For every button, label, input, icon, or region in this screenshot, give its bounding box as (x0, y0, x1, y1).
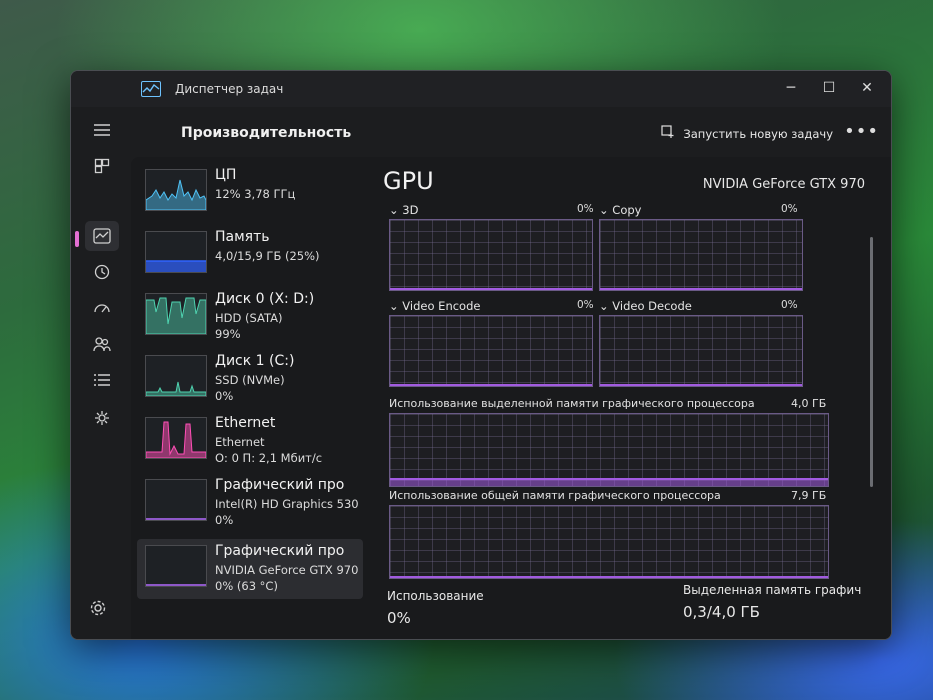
engine-graph-video-encode (389, 315, 593, 387)
disk-1-thumbnail-graph (145, 355, 207, 397)
device-detail: Intel(R) HD Graphics 530 (215, 497, 359, 511)
shared-memory-graph (389, 505, 829, 579)
device-item-cpu[interactable]: ЦП 12% 3,78 ГГц (137, 163, 363, 223)
device-name: Диск 0 (X: D:) (215, 291, 315, 307)
page-header: Производительность Запустить новую задач… (131, 117, 891, 157)
title-bar: Диспетчер задач ─ ☐ ✕ (71, 71, 891, 107)
gpu-0-thumbnail-graph (145, 479, 207, 521)
engine-label: Video Encode (402, 299, 481, 313)
device-value: 0% (215, 513, 234, 527)
nav-rail (71, 107, 131, 639)
details-icon[interactable] (85, 365, 119, 395)
shared-memory-value: 7,9 ГБ (791, 489, 827, 502)
device-value: 99% (215, 327, 241, 341)
device-name: Ethernet (215, 415, 276, 431)
engine-selector-video-encode[interactable]: ⌄ Video Encode (389, 299, 480, 313)
graph-baseline (390, 288, 592, 290)
hamburger-icon[interactable] (85, 115, 119, 145)
processes-icon[interactable] (85, 151, 119, 181)
device-detail: 4,0/15,9 ГБ (25%) (215, 249, 320, 263)
new-task-icon (661, 125, 675, 142)
scrollbar[interactable] (870, 237, 873, 487)
task-manager-window: Диспетчер задач ─ ☐ ✕ Производительность… (70, 70, 892, 640)
page-title: Производительность (181, 125, 352, 141)
dedicated-memory-fill (390, 478, 828, 486)
device-list: ЦП 12% 3,78 ГГц Память 4,0/15,9 ГБ (25%)… (131, 157, 367, 639)
dedicated-memory-summary-label: Выделенная память графич (683, 583, 862, 597)
engine-selector-video-decode[interactable]: ⌄ Video Decode (599, 299, 692, 313)
device-value: 0% (215, 389, 234, 403)
device-item-ethernet[interactable]: Ethernet Ethernet О: 0 П: 2,1 Мбит/с (137, 411, 363, 471)
engine-percent: 0% (577, 203, 594, 215)
device-detail: 12% 3,78 ГГц (215, 187, 296, 201)
engine-percent: 0% (577, 299, 594, 311)
device-name: Диск 1 (C:) (215, 353, 295, 369)
gpu-details: GPU NVIDIA GeForce GTX 970 ⌄ 3D 0% ⌄ Cop… (383, 157, 877, 639)
startup-apps-icon[interactable] (85, 293, 119, 323)
run-new-task-label: Запустить новую задачу (683, 126, 833, 141)
services-icon[interactable] (85, 403, 119, 433)
engine-label: 3D (402, 203, 419, 217)
performance-content: ЦП 12% 3,78 ГГц Память 4,0/15,9 ГБ (25%)… (131, 157, 891, 639)
memory-thumbnail-graph (145, 231, 207, 273)
usage-label: Использование (387, 589, 484, 603)
device-item-memory[interactable]: Память 4,0/15,9 ГБ (25%) (137, 225, 363, 285)
engine-graph-3d (389, 219, 593, 291)
device-item-disk-0[interactable]: Диск 0 (X: D:) HDD (SATA) 99% (137, 287, 363, 347)
active-nav-indicator (75, 231, 79, 247)
maximize-button[interactable]: ☐ (811, 75, 847, 101)
disk-0-thumbnail-graph (145, 293, 207, 335)
device-name: Графический про (215, 477, 345, 493)
more-options-button[interactable]: ••• (844, 121, 879, 142)
graph-baseline (390, 384, 592, 386)
device-name: ЦП (215, 167, 237, 183)
performance-icon[interactable] (85, 221, 119, 251)
engine-selector-3d[interactable]: ⌄ 3D (389, 203, 418, 217)
gear-icon[interactable] (89, 599, 107, 621)
dedicated-memory-graph (389, 413, 829, 487)
engine-label: Video Decode (612, 299, 692, 313)
device-item-gpu-0[interactable]: Графический про Intel(R) HD Graphics 530… (137, 473, 363, 533)
device-detail: Ethernet (215, 435, 265, 449)
device-item-gpu-1[interactable]: Графический про NVIDIA GeForce GTX 970 0… (137, 539, 363, 599)
engine-graph-copy (599, 219, 803, 291)
device-name: Графический про (215, 543, 345, 559)
ethernet-thumbnail-graph (145, 417, 207, 459)
shared-memory-label: Использование общей памяти графического … (389, 489, 721, 502)
window-title: Диспетчер задач (175, 82, 284, 96)
engine-percent: 0% (781, 203, 798, 215)
close-button[interactable]: ✕ (849, 75, 885, 101)
graph-baseline (600, 288, 802, 290)
engine-label: Copy (612, 203, 642, 217)
cpu-thumbnail-graph (145, 169, 207, 211)
gpu-title: GPU (383, 167, 434, 195)
task-manager-app-icon (141, 81, 161, 97)
device-name: Память (215, 229, 270, 245)
users-icon[interactable] (85, 329, 119, 359)
usage-value: 0% (387, 609, 411, 627)
gpu-model: NVIDIA GeForce GTX 970 (702, 177, 865, 192)
run-new-task-button[interactable]: Запустить новую задачу (661, 125, 833, 142)
engine-graph-video-decode (599, 315, 803, 387)
graph-baseline (600, 384, 802, 386)
device-detail: NVIDIA GeForce GTX 970 (215, 563, 359, 577)
app-history-icon[interactable] (85, 257, 119, 287)
device-item-disk-1[interactable]: Диск 1 (C:) SSD (NVMe) 0% (137, 349, 363, 409)
minimize-button[interactable]: ─ (773, 75, 809, 101)
device-detail: SSD (NVMe) (215, 373, 285, 387)
device-value: 0% (63 °C) (215, 579, 278, 593)
device-detail: HDD (SATA) (215, 311, 283, 325)
dedicated-memory-summary-value: 0,3/4,0 ГБ (683, 603, 760, 621)
dedicated-memory-value: 4,0 ГБ (791, 397, 827, 410)
device-value: О: 0 П: 2,1 Мбит/с (215, 451, 323, 465)
engine-selector-copy[interactable]: ⌄ Copy (599, 203, 641, 217)
engine-percent: 0% (781, 299, 798, 311)
dedicated-memory-label: Использование выделенной памяти графичес… (389, 397, 755, 410)
gpu-1-thumbnail-graph (145, 545, 207, 587)
graph-baseline (390, 576, 828, 578)
